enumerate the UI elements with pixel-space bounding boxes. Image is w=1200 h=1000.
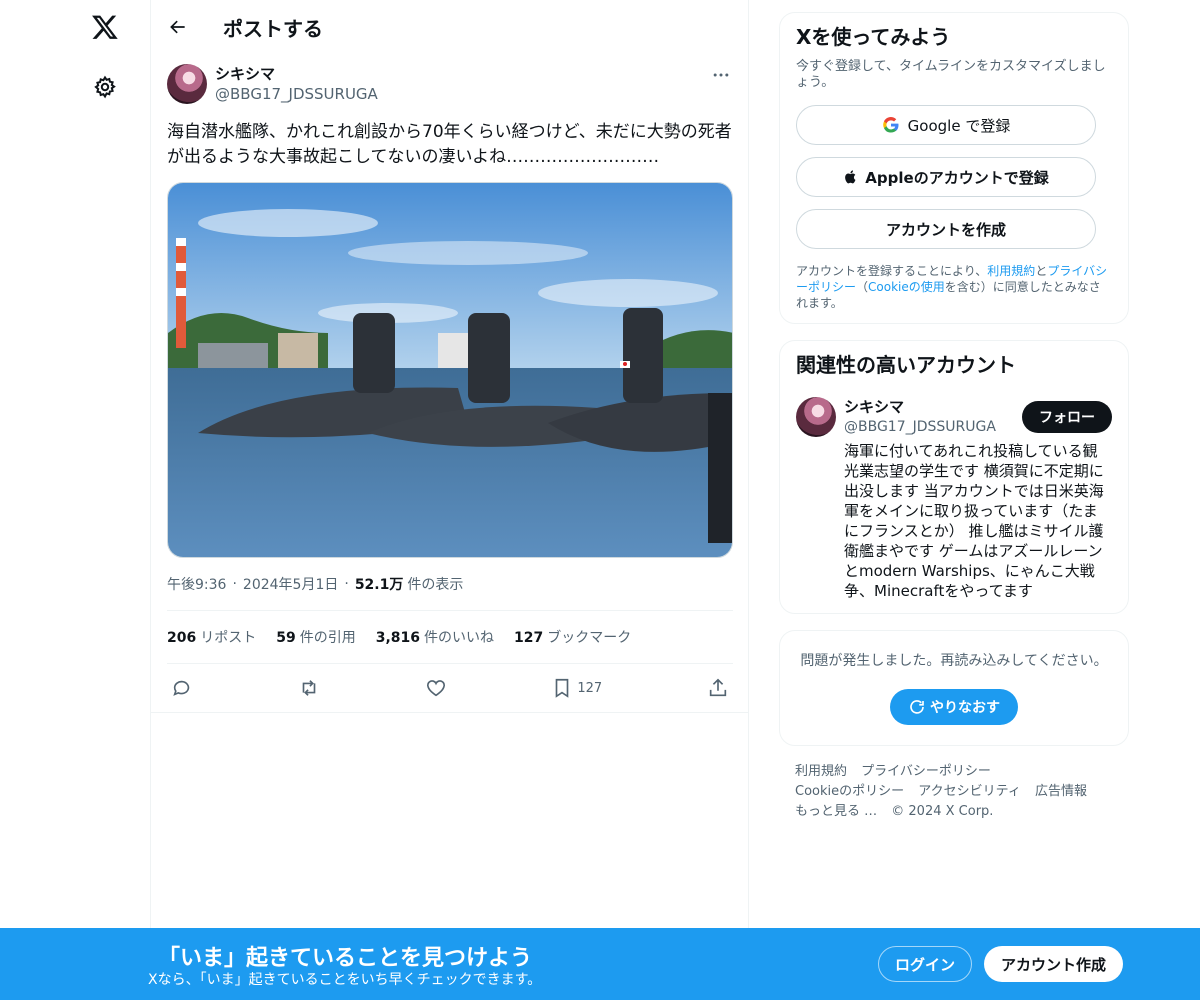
footer-link-ads[interactable]: 広告情報 bbox=[1035, 784, 1087, 799]
footer-link-more[interactable]: もっと見る … bbox=[795, 804, 877, 819]
signup-terms: アカウントを登録することにより、利用規約とプライバシーポリシー（Cookieの使… bbox=[796, 263, 1112, 311]
retry-button[interactable]: やりなおす bbox=[890, 689, 1018, 725]
reposts-label: リポスト bbox=[200, 630, 257, 646]
signup-banner: 「いま」起きていることを見つけよう Xなら、「いま」起きていることをいち早くチェ… bbox=[0, 928, 1200, 1000]
apple-signup-label: Appleのアカウントで登録 bbox=[865, 168, 1049, 187]
related-accounts-card: 関連性の高いアカウント シキシマ @BBG17_JDSSURUGA フォロー 海… bbox=[779, 340, 1129, 614]
post-time[interactable]: 午後9:36 bbox=[167, 574, 226, 594]
views-label: 件の表示 bbox=[407, 577, 464, 593]
actions-row: 127 bbox=[167, 664, 733, 712]
author-handle[interactable]: @BBG17_JDSSURUGA bbox=[215, 84, 378, 104]
stats-row: 206 リポスト 59 件の引用 3,816 件のいいね 127 ブックマーク bbox=[167, 611, 732, 663]
bookmarks-label: ブックマーク bbox=[547, 630, 632, 646]
apple-signup-button[interactable]: Appleのアカウントで登録 bbox=[796, 157, 1096, 197]
banner-title: 「いま」起きていることを見つけよう bbox=[158, 946, 533, 971]
google-icon bbox=[882, 116, 900, 134]
footer-links: 利用規約 プライバシーポリシー Cookieのポリシー アクセシビリティ 広告情… bbox=[779, 762, 1129, 822]
separator-dot: · bbox=[344, 576, 349, 592]
terms-mid: （ bbox=[856, 280, 869, 294]
back-arrow-icon[interactable] bbox=[167, 16, 189, 38]
more-icon[interactable] bbox=[710, 64, 732, 86]
quotes-count: 59 bbox=[276, 630, 296, 646]
page-title: ポストする bbox=[223, 16, 323, 41]
views-count: 52.1万 bbox=[354, 577, 404, 593]
share-icon[interactable] bbox=[707, 677, 729, 699]
related-title: 関連性の高いアカウント bbox=[796, 353, 1016, 377]
refresh-icon bbox=[908, 698, 930, 716]
bookmark-action-count: 127 bbox=[577, 680, 603, 696]
footer-link-terms[interactable]: 利用規約 bbox=[795, 764, 847, 779]
terms-and: と bbox=[1035, 264, 1048, 278]
related-handle[interactable]: @BBG17_JDSSURUGA bbox=[844, 417, 996, 437]
reply-icon[interactable] bbox=[171, 677, 193, 699]
bookmarks-count: 127 bbox=[514, 630, 544, 646]
avatar[interactable] bbox=[167, 64, 207, 104]
bookmarks-stat[interactable]: 127 ブックマーク bbox=[514, 627, 631, 647]
quotes-stat[interactable]: 59 件の引用 bbox=[276, 627, 355, 647]
post-date[interactable]: 2024年5月1日 bbox=[243, 574, 338, 594]
post-meta: 午後9:36 · 2024年5月1日 · 52.1万 件の表示 bbox=[167, 574, 732, 594]
quotes-label: 件の引用 bbox=[299, 630, 356, 646]
create-account-banner-button[interactable]: アカウント作成 bbox=[984, 946, 1123, 982]
likes-stat[interactable]: 3,816 件のいいね bbox=[376, 627, 494, 647]
related-account[interactable]: シキシマ @BBG17_JDSSURUGA フォロー 海軍に付いてあれこれ投稿し… bbox=[796, 397, 1112, 601]
repost-icon[interactable] bbox=[298, 677, 320, 699]
footer-link-cookie[interactable]: Cookieのポリシー bbox=[795, 784, 904, 799]
google-signup-label: Google で登録 bbox=[907, 116, 1011, 135]
related-bio: 海軍に付いてあれこれ投稿している観光業志望の学生です 横須賀に不定期に出没します… bbox=[844, 442, 1104, 600]
google-signup-button[interactable]: Google で登録 bbox=[796, 105, 1096, 145]
separator-dot: · bbox=[232, 576, 237, 592]
main-header: ポストする bbox=[151, 0, 748, 54]
footer-copyright: © 2024 X Corp. bbox=[891, 804, 994, 819]
banner-subtitle: Xなら、「いま」起きていることをいち早くチェックできます。 bbox=[148, 972, 542, 988]
likes-label: 件のいいね bbox=[424, 630, 495, 646]
post-author: シキシマ @BBG17_JDSSURUGA bbox=[167, 64, 732, 110]
terms-link[interactable]: 利用規約 bbox=[987, 264, 1035, 278]
retry-label: やりなおす bbox=[930, 700, 1000, 716]
bookmark-button[interactable]: 127 bbox=[551, 677, 602, 699]
follow-button[interactable]: フォロー bbox=[1022, 401, 1112, 433]
right-sidebar: Xを使ってみよう 今すぐ登録して、タイムラインをカスタマイズしましょう。 Goo… bbox=[779, 12, 1129, 822]
footer-link-accessibility[interactable]: アクセシビリティ bbox=[918, 784, 1021, 799]
create-account-button[interactable]: アカウントを作成 bbox=[796, 209, 1096, 249]
terms-prefix: アカウントを登録することにより、 bbox=[796, 264, 988, 278]
apple-icon bbox=[843, 168, 859, 186]
signup-card: Xを使ってみよう 今すぐ登録して、タイムラインをカスタマイズしましょう。 Goo… bbox=[779, 12, 1129, 324]
reposts-stat[interactable]: 206 リポスト bbox=[167, 627, 256, 647]
footer-link-privacy[interactable]: プライバシーポリシー bbox=[861, 764, 991, 779]
author-name[interactable]: シキシマ bbox=[215, 64, 378, 84]
main-column: ポストする シキシマ @BBG17_JDSSURUGA 海自潜水艦隊、かれこれ創… bbox=[150, 0, 749, 1000]
post-image[interactable] bbox=[167, 182, 733, 558]
related-name[interactable]: シキシマ bbox=[844, 397, 996, 417]
like-icon[interactable] bbox=[425, 677, 447, 699]
login-button[interactable]: ログイン bbox=[878, 946, 972, 982]
cookie-link[interactable]: Cookieの使用 bbox=[868, 280, 945, 294]
avatar[interactable] bbox=[796, 397, 836, 437]
error-card: 問題が発生しました。再読み込みしてください。 やりなおす bbox=[779, 630, 1129, 746]
likes-count: 3,816 bbox=[375, 630, 421, 646]
gear-icon[interactable] bbox=[88, 70, 122, 104]
post-text: 海自潜水艦隊、かれこれ創設から70年くらい経つけど、未だに大勢の死者が出るような… bbox=[167, 122, 732, 167]
post: シキシマ @BBG17_JDSSURUGA 海自潜水艦隊、かれこれ創設から70年… bbox=[151, 54, 748, 712]
divider bbox=[151, 712, 748, 713]
create-account-label: アカウントを作成 bbox=[885, 220, 1006, 239]
signup-subtitle: 今すぐ登録して、タイムラインをカスタマイズしましょう。 bbox=[796, 59, 1106, 90]
signup-title: Xを使ってみよう bbox=[796, 25, 951, 49]
left-rail bbox=[0, 0, 150, 1000]
reposts-count: 206 bbox=[167, 630, 197, 646]
x-logo-icon[interactable] bbox=[88, 10, 122, 44]
bookmark-icon bbox=[551, 677, 573, 699]
error-message: 問題が発生しました。再読み込みしてください。 bbox=[800, 653, 1108, 669]
